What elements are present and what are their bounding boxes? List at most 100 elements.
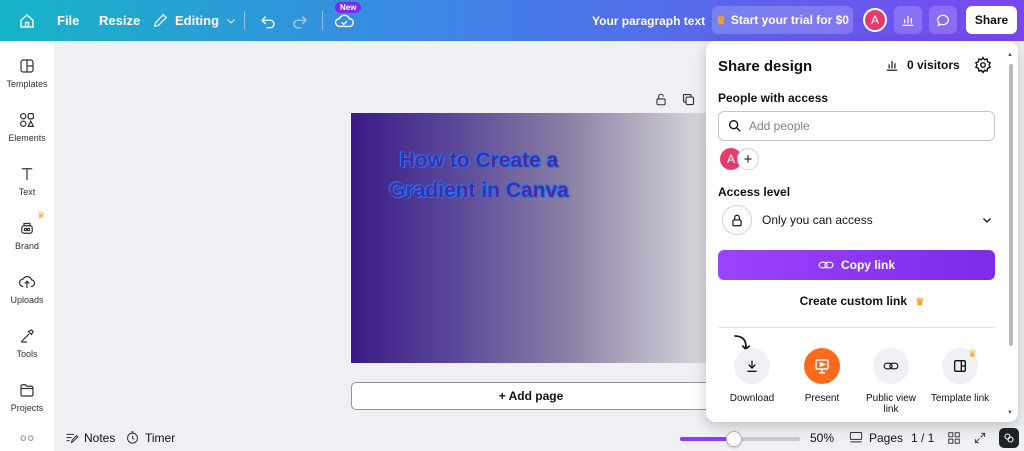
notes-button[interactable]: Notes: [64, 424, 115, 451]
copy-link-label: Copy link: [840, 258, 895, 272]
crown-icon: ♛: [968, 349, 977, 360]
custom-link-label: Create custom link: [799, 294, 908, 308]
home-button[interactable]: [18, 0, 36, 41]
timer-label: Timer: [145, 430, 176, 445]
crown-icon: ♛: [716, 14, 726, 27]
redo-button[interactable]: [291, 0, 309, 41]
sidebar-item-label: Elements: [8, 133, 46, 143]
notes-label: Notes: [84, 430, 116, 445]
sidebar-item-templates[interactable]: Templates: [0, 57, 54, 107]
undo-button[interactable]: [259, 0, 277, 41]
public-view-link-option[interactable]: Public view link: [856, 348, 926, 415]
undo-icon: [261, 15, 275, 28]
sidebar-item-label: Text: [18, 187, 36, 197]
share-button[interactable]: Share: [966, 6, 1017, 34]
option-label: Download: [729, 393, 775, 404]
sidebar: Templates Elements Text Brand ♛ Uploads …: [0, 41, 54, 451]
chevron-down-icon: [983, 218, 991, 223]
bar-chart-icon: [902, 16, 914, 26]
add-people-field[interactable]: [718, 111, 995, 141]
add-people-input[interactable]: [749, 119, 979, 133]
plus-icon: +: [743, 150, 753, 168]
fullscreen-button[interactable]: [973, 424, 987, 451]
sidebar-item-uploads[interactable]: Uploads: [0, 273, 54, 323]
pages-label: Pages: [869, 430, 904, 445]
option-label: Present: [804, 393, 840, 404]
settings-button[interactable]: [974, 56, 992, 79]
sidebar-item-text[interactable]: Text: [0, 165, 54, 215]
tools-icon: [21, 329, 34, 343]
home-icon: [20, 13, 34, 28]
scroll-down-icon: ▼: [1007, 410, 1013, 416]
zoom-slider-handle[interactable]: [726, 431, 742, 447]
bottom-bar: Notes Timer 50% Pages 1 / 1: [54, 424, 1024, 451]
sidebar-item-label: Brand: [14, 241, 40, 251]
crown-icon: ♛: [37, 210, 46, 220]
insights-button[interactable]: [894, 6, 922, 34]
add-person-button[interactable]: +: [737, 148, 759, 170]
templates-icon: [20, 59, 34, 73]
notes-icon: [66, 433, 79, 444]
timer-icon: [127, 431, 138, 444]
divider: [718, 327, 995, 328]
help-icon: [1004, 433, 1014, 443]
access-level-dropdown[interactable]: Only you can access: [718, 203, 1001, 237]
scrollbar-thumb[interactable]: [1009, 64, 1013, 346]
comments-button[interactable]: [929, 6, 957, 34]
sidebar-item-brand[interactable]: Brand: [0, 219, 54, 269]
file-menu[interactable]: File: [57, 0, 79, 41]
pages-button[interactable]: Pages: [848, 424, 903, 451]
download-icon: [734, 348, 770, 384]
share-design-panel: Share design 0 visitors People with acce…: [706, 41, 1018, 422]
sidebar-item-projects[interactable]: Projects: [0, 381, 54, 431]
cloud-check-icon: [334, 14, 354, 27]
access-level-value: Only you can access: [762, 213, 873, 227]
option-label: Template link: [930, 393, 990, 404]
comment-icon: [937, 14, 949, 27]
sidebar-item-label: Uploads: [10, 295, 44, 305]
add-page-button[interactable]: + Add page: [351, 382, 711, 410]
duplicate-icon: [682, 93, 695, 106]
panel-scrollbar[interactable]: ▲ ▼: [1007, 52, 1014, 420]
expand-icon: [974, 432, 986, 443]
timer-button[interactable]: Timer: [125, 424, 175, 451]
uploads-icon: [18, 276, 36, 288]
create-custom-link-button[interactable]: Create custom link ♛: [706, 294, 1018, 308]
avatar[interactable]: A: [863, 8, 887, 32]
zoom-level[interactable]: 50%: [810, 424, 834, 451]
gear-icon: [974, 56, 992, 74]
lock-icon: [722, 205, 752, 235]
present-option[interactable]: Present: [787, 348, 857, 404]
sidebar-item-elements[interactable]: Elements: [0, 111, 54, 161]
help-button[interactable]: [999, 428, 1019, 448]
elements-icon: [20, 113, 35, 127]
apps-icon: [20, 435, 34, 442]
canvas-heading[interactable]: How to Create a Gradient in Canva: [379, 146, 579, 206]
editing-label: Editing: [175, 13, 220, 28]
text-icon: [21, 168, 33, 180]
document-title[interactable]: Your paragraph text: [592, 0, 705, 41]
download-option[interactable]: Download: [717, 348, 787, 404]
start-trial-button[interactable]: ♛ Start your trial for $0: [712, 6, 853, 34]
sidebar-item-apps[interactable]: [0, 433, 54, 451]
panel-title: Share design: [718, 58, 813, 75]
bar-chart-icon: [886, 60, 898, 71]
template-link-option[interactable]: Template link: [925, 348, 995, 404]
scroll-up-icon: ▲: [1007, 52, 1013, 58]
lock-page-button[interactable]: [654, 92, 668, 112]
design-canvas[interactable]: How to Create a Gradient in Canva: [351, 113, 711, 363]
resize-button[interactable]: Resize: [99, 0, 140, 41]
grid-view-button[interactable]: [947, 424, 961, 451]
present-icon: [804, 348, 840, 384]
option-label: Public view link: [865, 393, 917, 415]
sidebar-item-label: Tools: [16, 349, 38, 359]
people-with-access-label: People with access: [718, 91, 829, 105]
copy-link-button[interactable]: Copy link: [718, 250, 995, 280]
editing-mode-dropdown[interactable]: Editing: [152, 0, 237, 41]
grid-icon: [948, 431, 960, 444]
link-icon: [873, 348, 909, 384]
visitors-button[interactable]: 0 visitors: [884, 58, 960, 72]
duplicate-page-button[interactable]: [681, 92, 696, 112]
crown-icon: ♛: [915, 297, 925, 308]
sidebar-item-tools[interactable]: Tools: [0, 327, 54, 377]
